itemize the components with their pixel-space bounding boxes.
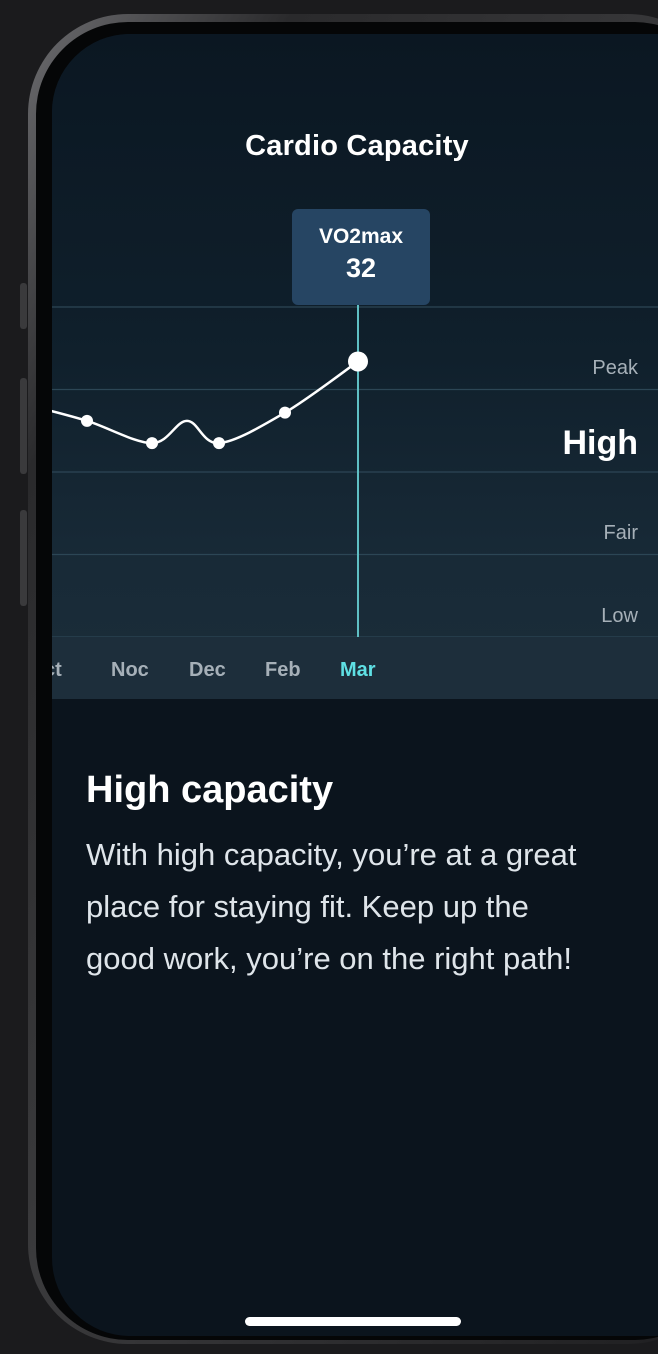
- data-point-oct[interactable]: [81, 414, 93, 427]
- tooltip-label: VO2max: [318, 225, 404, 248]
- data-point-mar[interactable]: [348, 351, 368, 372]
- value-tooltip: VO2max 32: [292, 209, 430, 305]
- home-indicator[interactable]: [245, 1317, 461, 1326]
- month-tab-feb[interactable]: Feb: [265, 659, 301, 682]
- volume-down-button: [20, 510, 27, 606]
- month-tab-dec[interactable]: Dec: [189, 659, 226, 682]
- band-label-fair: Fair: [603, 522, 638, 544]
- band-label-high: High: [562, 424, 638, 462]
- month-tab-oct[interactable]: ct: [52, 659, 62, 682]
- device-mockup: Cardio Capacity VO2max 32 Peak High Fair…: [0, 0, 658, 1354]
- mute-switch: [20, 283, 27, 329]
- data-point-noc[interactable]: [146, 437, 158, 450]
- band-label-low: Low: [601, 605, 638, 627]
- data-point-dec[interactable]: [213, 437, 225, 450]
- vo2max-chart[interactable]: [52, 34, 658, 699]
- series-line: [52, 360, 359, 445]
- band-label-peak: Peak: [592, 357, 638, 379]
- month-tab-noc[interactable]: Noc: [111, 659, 149, 682]
- month-tab-mar[interactable]: Mar: [340, 659, 376, 682]
- tooltip-value: 32: [345, 253, 377, 283]
- data-point-feb[interactable]: [279, 406, 291, 419]
- volume-up-button: [20, 378, 27, 474]
- capacity-description: With high capacity, you’re at a great pl…: [86, 837, 577, 976]
- capacity-heading: High capacity: [86, 769, 334, 811]
- app-screen: Cardio Capacity VO2max 32 Peak High Fair…: [52, 34, 658, 1336]
